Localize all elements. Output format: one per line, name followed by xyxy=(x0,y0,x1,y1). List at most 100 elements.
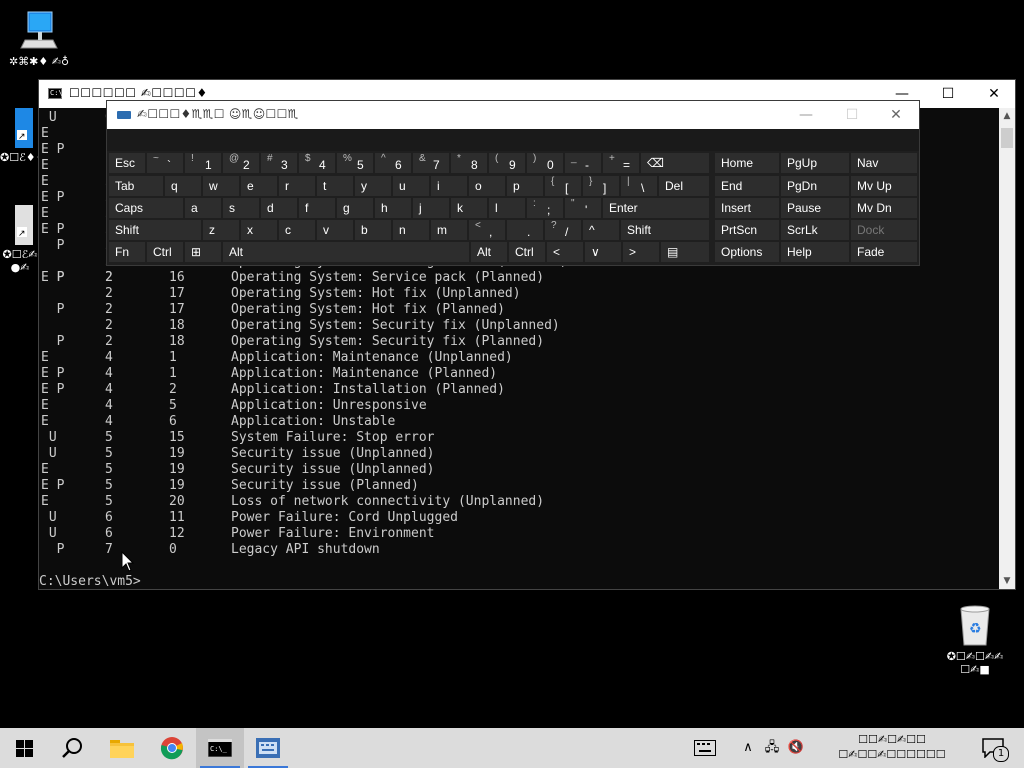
taskbar-command-prompt[interactable]: C:\_ xyxy=(196,728,244,768)
key-[[interactable]: {[ xyxy=(545,176,581,196)
osk-minimize-button[interactable]: — xyxy=(783,101,829,129)
key-tab[interactable]: Tab xyxy=(109,176,163,196)
network-icon[interactable]: 🖧 xyxy=(762,728,782,768)
key-pause[interactable]: Pause xyxy=(781,198,849,218)
key-options[interactable]: Options xyxy=(715,242,779,262)
key-o[interactable]: o xyxy=(469,176,505,196)
key-k[interactable]: k xyxy=(451,198,487,218)
taskbar-on-screen-keyboard[interactable] xyxy=(244,728,292,768)
key-arrow-up[interactable]: ^ xyxy=(583,220,619,240)
key-fade[interactable]: Fade xyxy=(851,242,917,262)
notification-center-button[interactable]: 1 xyxy=(980,736,1010,762)
key-0[interactable]: ) 0 xyxy=(527,153,563,173)
desktop-icon-this-pc[interactable]: ✲⌘✱♦ ✍♁ xyxy=(4,10,74,68)
key-backspace[interactable]: ⌫ xyxy=(641,153,709,173)
key-i[interactable]: i xyxy=(431,176,467,196)
cmd-close-button[interactable]: ✕ xyxy=(971,80,1017,108)
key-nav[interactable]: Nav xyxy=(851,153,917,173)
key-arrow-down[interactable]: ∨ xyxy=(585,242,621,262)
key-8[interactable]: * 8 xyxy=(451,153,487,173)
osk-close-button[interactable]: ✕ xyxy=(873,101,919,129)
key-l[interactable]: l xyxy=(489,198,525,218)
key-`[interactable]: ~ ` xyxy=(147,153,183,173)
key-comma[interactable]: <, xyxy=(469,220,505,240)
key-fn[interactable]: Fn xyxy=(109,242,145,262)
key-g[interactable]: g xyxy=(337,198,373,218)
key-quote[interactable]: " ' xyxy=(565,198,601,218)
key-r[interactable]: r xyxy=(279,176,315,196)
key-s[interactable]: s xyxy=(223,198,259,218)
key-d[interactable]: d xyxy=(261,198,297,218)
key-n[interactable]: n xyxy=(393,220,429,240)
key-e[interactable]: e xyxy=(241,176,277,196)
key-dock[interactable]: Dock xyxy=(851,220,917,240)
key-pgdn[interactable]: PgDn xyxy=(781,176,849,196)
key-shift-right[interactable]: Shift xyxy=(621,220,709,240)
key-period[interactable]: . xyxy=(507,220,543,240)
clock[interactable]: ☐☐✍☐✍☐☐ ☐✍☐☐✍☐☐☐☐☐☐ xyxy=(812,732,972,762)
key-x[interactable]: x xyxy=(241,220,277,240)
key-scrlk[interactable]: ScrLk xyxy=(781,220,849,240)
key-u[interactable]: u xyxy=(393,176,429,196)
key-ctrl-right[interactable]: Ctrl xyxy=(509,242,545,262)
key-h[interactable]: h xyxy=(375,198,411,218)
key-slash[interactable]: ? / xyxy=(545,220,581,240)
desktop-icon-app-2[interactable]: ↗ ✪☐ℰ✍●✍ xyxy=(0,205,40,274)
key-mv-dn[interactable]: Mv Dn xyxy=(851,198,917,218)
on-screen-keyboard-window[interactable]: ✍☐☐☐♦♏♏☐ ☺♏☺☐☐♏ — ☐ ✕ Esc ~ `! 1 @2 #3 $4% 5 ^ 6 &… xyxy=(107,101,919,265)
key-6[interactable]: ^ 6 xyxy=(375,153,411,173)
desktop-icon-app-1[interactable]: ↗ ✪☐ℰ♦♦♦ xyxy=(0,108,55,164)
key-enter[interactable]: Enter xyxy=(603,198,709,218)
key-4[interactable]: $4 xyxy=(299,153,335,173)
key-arrow-left[interactable]: < xyxy=(547,242,583,262)
taskbar-file-explorer[interactable] xyxy=(98,728,146,768)
key-p[interactable]: p xyxy=(507,176,543,196)
desktop-icon-recycle-bin[interactable]: ♻ ✪☐✍☐✍✍☐✍■ xyxy=(942,603,1008,676)
key-5[interactable]: % 5 xyxy=(337,153,373,173)
key-w[interactable]: w xyxy=(203,176,239,196)
key-alt-right[interactable]: Alt xyxy=(471,242,507,262)
cmd-scrollbar[interactable]: ▲ ▼ xyxy=(999,108,1015,589)
key-t[interactable]: t xyxy=(317,176,353,196)
key-z[interactable]: z xyxy=(203,220,239,240)
key-home[interactable]: Home xyxy=(715,153,779,173)
key-end[interactable]: End xyxy=(715,176,779,196)
key-q[interactable]: q xyxy=(165,176,201,196)
search-button[interactable] xyxy=(48,728,96,768)
key-b[interactable]: b xyxy=(355,220,391,240)
key-c[interactable]: c xyxy=(279,220,315,240)
key-mv-up[interactable]: Mv Up xyxy=(851,176,917,196)
key-2[interactable]: @2 xyxy=(223,153,259,173)
key-3[interactable]: #3 xyxy=(261,153,297,173)
key-windows[interactable]: ⊞ xyxy=(185,242,221,262)
volume-muted-icon[interactable]: 🔇 xyxy=(786,728,806,768)
key-esc[interactable]: Esc xyxy=(109,153,145,173)
key-prtscn[interactable]: PrtScn xyxy=(715,220,779,240)
key-del[interactable]: Del xyxy=(659,176,709,196)
key-f[interactable]: f xyxy=(299,198,335,218)
start-button[interactable] xyxy=(0,728,48,768)
key-shift-left[interactable]: Shift xyxy=(109,220,201,240)
key--[interactable]: _ - xyxy=(565,153,601,173)
key-help[interactable]: Help xyxy=(781,242,849,262)
taskbar-chrome[interactable] xyxy=(148,728,196,768)
osk-maximize-button[interactable]: ☐ xyxy=(829,101,875,129)
scroll-down-icon[interactable]: ▼ xyxy=(999,573,1015,589)
chevron-up-icon[interactable]: ∧ xyxy=(740,728,756,768)
key-semicolon[interactable]: :; xyxy=(527,198,563,218)
osk-titlebar[interactable]: ✍☐☐☐♦♏♏☐ ☺♏☺☐☐♏ — ☐ ✕ xyxy=(107,101,919,129)
scroll-thumb[interactable] xyxy=(1001,128,1013,148)
key-9[interactable]: (9 xyxy=(489,153,525,173)
key-7[interactable]: & 7 xyxy=(413,153,449,173)
touch-keyboard-icon[interactable] xyxy=(694,740,716,756)
key-pgup[interactable]: PgUp xyxy=(781,153,849,173)
key-m[interactable]: m xyxy=(431,220,467,240)
scroll-up-icon[interactable]: ▲ xyxy=(999,108,1015,124)
key-arrow-right[interactable]: > xyxy=(623,242,659,262)
key-caps[interactable]: Caps xyxy=(109,198,183,218)
key-j[interactable]: j xyxy=(413,198,449,218)
cmd-maximize-button[interactable]: ☐ xyxy=(925,80,971,108)
key-ctrl-left[interactable]: Ctrl xyxy=(147,242,183,262)
key-=[interactable]: + = xyxy=(603,153,639,173)
key-alt-space[interactable]: Alt xyxy=(223,242,469,262)
